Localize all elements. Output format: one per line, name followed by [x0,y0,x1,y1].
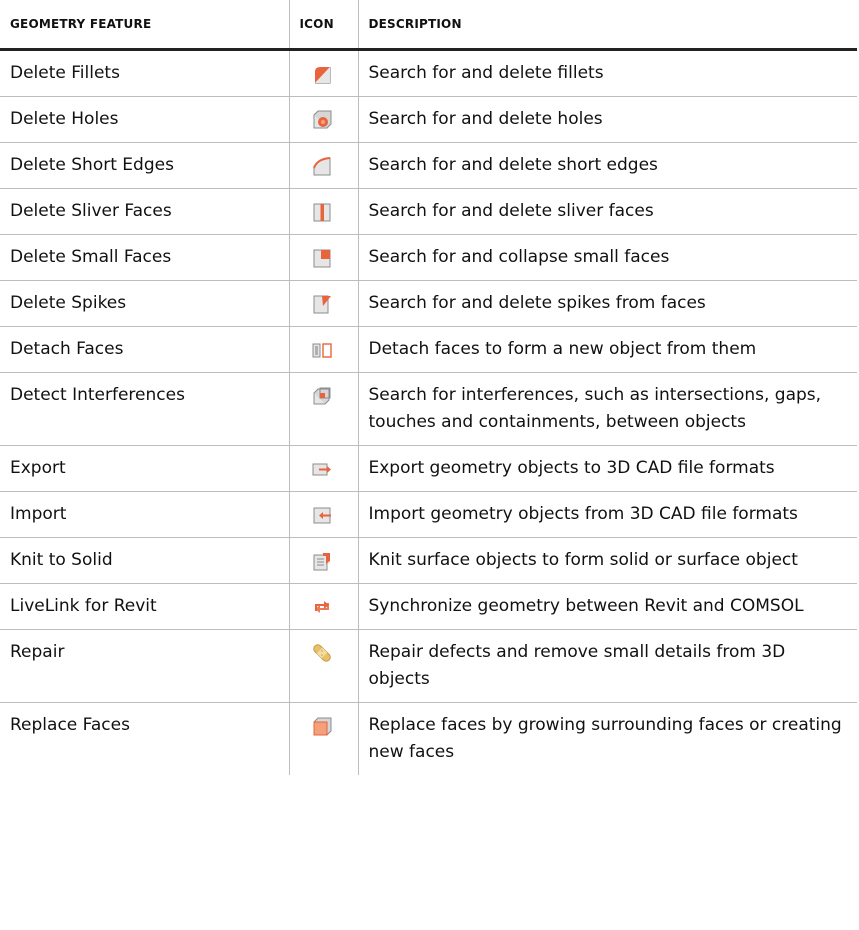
table-row: Delete Holes Search for and delete holes [0,96,857,143]
feature-name: Knit to Solid [0,537,289,584]
replace-faces-icon [311,715,333,737]
feature-description: Repair defects and remove small details … [357,629,857,703]
repair-icon [311,642,333,664]
table-row: Delete Small Faces Search for and collaps… [0,234,857,281]
feature-name: Detach Faces [0,326,289,373]
table-row: Import Import geometry objects from 3D CA… [0,491,857,538]
feature-description: Export geometry objects to 3D CAD file f… [357,445,857,492]
feature-name: Repair [0,629,289,703]
icon-cell [288,537,358,584]
feature-description: Search for and collapse small faces [357,234,857,281]
feature-description: Search for and delete holes [357,96,857,143]
delete-fillets-icon [311,63,333,85]
icon-cell [288,188,358,235]
header-geometry-feature: GEOMETRY FEATURE [0,0,289,51]
icon-cell [288,142,358,189]
delete-holes-icon [311,109,333,131]
feature-description: Search for and delete fillets [357,49,857,97]
feature-name: Detect Interferences [0,372,289,446]
table-header-row: GEOMETRY FEATURE ICON DESCRIPTION [0,0,857,51]
geometry-feature-table: GEOMETRY FEATURE ICON DESCRIPTION Delete… [0,0,857,775]
table-row: Repair Repair defects and remove small de… [0,629,857,703]
knit-to-solid-icon [311,550,333,572]
icon-cell [288,280,358,327]
feature-name: Delete Short Edges [0,142,289,189]
livelink-revit-icon [311,596,333,618]
import-icon [311,504,333,526]
feature-description: Import geometry objects from 3D CAD file… [357,491,857,538]
feature-name: Delete Holes [0,96,289,143]
feature-description: Search for and delete sliver faces [357,188,857,235]
icon-cell [288,372,358,446]
feature-description: Search for interferences, such as inters… [357,372,857,446]
feature-description: Search for and delete spikes from faces [357,280,857,327]
feature-description: Synchronize geometry between Revit and C… [357,583,857,630]
feature-description: Replace faces by growing surrounding fac… [357,702,857,775]
feature-name: Delete Fillets [0,49,289,97]
icon-cell [288,491,358,538]
feature-description: Search for and delete short edges [357,142,857,189]
header-icon: ICON [288,0,358,51]
detach-faces-icon [311,339,333,361]
feature-description: Detach faces to form a new object from t… [357,326,857,373]
feature-description: Knit surface objects to form solid or su… [357,537,857,584]
table-row: Delete Fillets Search for and delete fill… [0,49,857,97]
export-icon [311,458,333,480]
feature-name: Delete Spikes [0,280,289,327]
icon-cell [288,49,358,97]
delete-spikes-icon [311,293,333,315]
delete-small-faces-icon [311,247,333,269]
icon-cell [288,583,358,630]
icon-cell [288,629,358,703]
feature-name: Import [0,491,289,538]
table-row: Delete Spikes Search for and delete spike… [0,280,857,327]
table-row: Detect Interferences Search for interfere… [0,372,857,446]
icon-cell [288,326,358,373]
table-row: Knit to Solid Knit surface objects to for… [0,537,857,584]
geometry-feature-table-container: GEOMETRY FEATURE ICON DESCRIPTION Delete… [0,0,859,775]
feature-name: Delete Small Faces [0,234,289,281]
table-row: Detach Faces Detach faces to form a new o… [0,326,857,373]
icon-cell [288,234,358,281]
table-row: Replace Faces Replace faces by growing su… [0,702,857,775]
feature-name: Delete Sliver Faces [0,188,289,235]
table-row: Delete Short Edges Search for and delete … [0,142,857,189]
icon-cell [288,445,358,492]
icon-cell [288,702,358,775]
feature-name: Export [0,445,289,492]
feature-name: Replace Faces [10,715,130,735]
delete-sliver-faces-icon [311,201,333,223]
detect-interferences-icon [311,385,333,407]
table-row: Export Export geometry objects to 3D CAD … [0,445,857,492]
header-description: DESCRIPTION [357,0,857,51]
table-row: LiveLink for Revit Synchronize geometry b… [0,583,857,630]
feature-name: LiveLink for Revit [0,583,289,630]
delete-short-edges-icon [311,155,333,177]
icon-cell [288,96,358,143]
table-row: Delete Sliver Faces Search for and delete… [0,188,857,235]
